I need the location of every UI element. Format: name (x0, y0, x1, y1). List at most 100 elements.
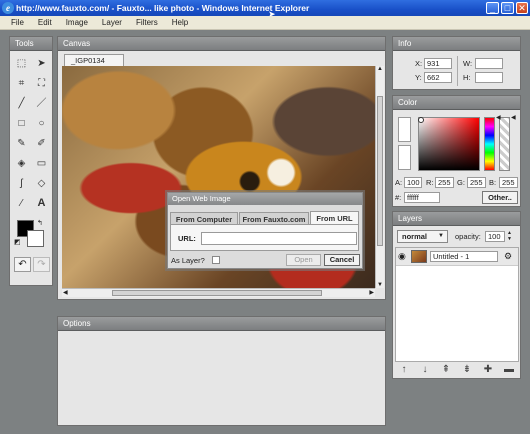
maximize-button[interactable]: □ (501, 2, 514, 14)
add-layer-icon[interactable]: ✚ (481, 363, 495, 377)
blend-mode-value: normal (402, 232, 428, 241)
x-label: X: (415, 59, 423, 68)
move-tool-icon[interactable]: ➤ (33, 55, 50, 72)
redo-button[interactable]: ↷ (33, 257, 50, 272)
color-panel: Color ◀ ◀ A: 100 R: 255 G: 255 B: 255 #:… (392, 95, 521, 207)
url-label: URL: (178, 234, 196, 243)
options-header: Options (58, 317, 385, 331)
alpha-input[interactable]: 100 (404, 177, 422, 188)
eye-icon[interactable]: ◉ (398, 251, 406, 262)
layer-name[interactable]: Untitled - 1 (430, 251, 498, 262)
undo-button[interactable]: ↶ (14, 257, 31, 272)
y-label: Y: (415, 73, 422, 82)
alpha-label: A: (395, 178, 403, 187)
transform-tool-icon[interactable]: ⛶ (33, 75, 50, 92)
menu-filters[interactable]: Filters (129, 16, 165, 30)
pencil-tool-icon[interactable]: ✎ (13, 135, 30, 152)
undo-icon: ↶ (18, 259, 27, 270)
tools-panel: Tools ⬚ ➤ ⌗ ⛶ ╱ ／ □ ○ ✎ ✐ ◈ ▭ ʃ ◇ ⁄ A ↰ … (9, 36, 53, 286)
tab-from-url[interactable]: From URL (310, 211, 359, 225)
as-layer-checkbox[interactable] (212, 256, 220, 264)
tools-header: Tools (10, 37, 52, 51)
menu-image[interactable]: Image (59, 16, 95, 30)
layer-to-top-icon[interactable]: ⇞ (439, 363, 453, 377)
opacity-stepper-icon[interactable]: ▲ ▼ (507, 230, 512, 242)
layer-thumbnail (411, 250, 427, 263)
new-color-preview (398, 117, 411, 142)
reset-colors-icon[interactable]: ◩ (14, 238, 21, 246)
layer-row[interactable]: ◉ Untitled - 1 ⚙ (396, 248, 518, 266)
close-button[interactable]: ✕ (516, 2, 528, 14)
smudge-tool-icon[interactable]: ʃ (13, 175, 30, 192)
vertical-scrollbar[interactable]: ▲ ▼ (375, 66, 384, 288)
scroll-down-icon[interactable]: ▼ (377, 282, 383, 288)
saturation-value-picker[interactable] (418, 117, 480, 171)
hue-marker-icon: ◀ (496, 115, 501, 121)
brush-tool-icon[interactable]: ╱ (13, 95, 30, 112)
info-header: Info (393, 37, 520, 51)
minimize-icon: _ (489, 3, 495, 13)
color-header: Color (393, 96, 520, 110)
fill-tool-icon[interactable]: ◈ (13, 155, 30, 172)
alpha-slider[interactable] (499, 117, 510, 171)
blue-input[interactable]: 255 (499, 177, 518, 188)
info-divider (457, 56, 458, 86)
dialog-tab-content: URL: (170, 224, 359, 251)
background-color-swatch[interactable] (27, 230, 44, 247)
layer-move-up-icon[interactable]: ↑ (397, 363, 411, 377)
hex-label: #: (395, 193, 402, 202)
horizontal-scroll-thumb[interactable] (112, 290, 322, 296)
color-picker-handle[interactable] (418, 117, 424, 123)
opacity-input[interactable]: 100 (485, 231, 505, 242)
layer-to-bottom-icon[interactable]: ⇟ (460, 363, 474, 377)
delete-layer-icon[interactable]: ▬ (502, 363, 516, 377)
layers-panel: Layers normal ▼ opacity: 100 ▲ ▼ ◉ Untitl… (392, 211, 521, 379)
eyedropper-tool-icon[interactable]: ⁄ (13, 195, 30, 212)
rectangle-tool-icon[interactable]: □ (13, 115, 30, 132)
text-tool-icon[interactable]: A (33, 195, 50, 212)
layer-move-down-icon[interactable]: ↓ (418, 363, 432, 377)
info-panel: Info X: 931 Y: 662 W: H: (392, 36, 521, 90)
crop-tool-icon[interactable]: ⌗ (13, 75, 30, 92)
scroll-up-icon[interactable]: ▲ (376, 66, 384, 72)
ie-icon: e (2, 2, 14, 14)
title-bar: e http://www.fauxto.com/ - Fauxto... lik… (0, 0, 530, 16)
w-value (475, 58, 503, 69)
blend-mode-select[interactable]: normal ▼ (397, 230, 448, 243)
menu-help[interactable]: Help (165, 16, 195, 30)
opacity-label: opacity: (455, 232, 481, 241)
redo-icon: ↷ (37, 259, 46, 270)
menu-layer[interactable]: Layer (95, 16, 129, 30)
green-input[interactable]: 255 (467, 177, 486, 188)
eraser-tool-icon[interactable]: ◇ (33, 175, 50, 192)
horizontal-scrollbar[interactable]: ◀ ▶ (62, 288, 375, 297)
document-tab[interactable]: _IGP0134 (64, 54, 124, 66)
cancel-button[interactable]: Cancel (324, 254, 360, 266)
layer-settings-icon[interactable]: ⚙ (504, 251, 512, 262)
blue-label: B: (489, 178, 497, 187)
scroll-right-icon[interactable]: ▶ (369, 289, 374, 296)
canvas-header: Canvas (58, 37, 385, 51)
y-value: 662 (424, 72, 452, 83)
hex-input[interactable]: ffffff (404, 192, 440, 203)
vertical-scroll-thumb[interactable] (377, 96, 383, 246)
rect-select-tool-icon[interactable]: ⬚ (13, 55, 30, 72)
open-web-image-dialog: Open Web Image From Computer From Fauxto… (167, 192, 363, 269)
other-color-button[interactable]: Other.. (482, 191, 518, 204)
open-button[interactable]: Open (286, 254, 321, 266)
red-input[interactable]: 255 (435, 177, 454, 188)
paintbrush-tool-icon[interactable]: ✐ (33, 135, 50, 152)
as-layer-label: As Layer? (171, 256, 205, 265)
swap-colors-icon[interactable]: ↰ (37, 219, 43, 227)
ellipse-tool-icon[interactable]: ○ (33, 115, 50, 132)
menu-file[interactable]: File (4, 16, 31, 30)
minimize-button[interactable]: _ (486, 2, 499, 14)
old-color-preview (398, 145, 411, 170)
line-tool-icon[interactable]: ／ (33, 95, 50, 112)
h-label: H: (463, 73, 471, 82)
hue-slider[interactable] (484, 117, 495, 171)
url-input[interactable] (201, 232, 357, 245)
menu-edit[interactable]: Edit (31, 16, 59, 30)
scroll-left-icon[interactable]: ◀ (63, 289, 68, 296)
gradient-tool-icon[interactable]: ▭ (33, 155, 50, 172)
